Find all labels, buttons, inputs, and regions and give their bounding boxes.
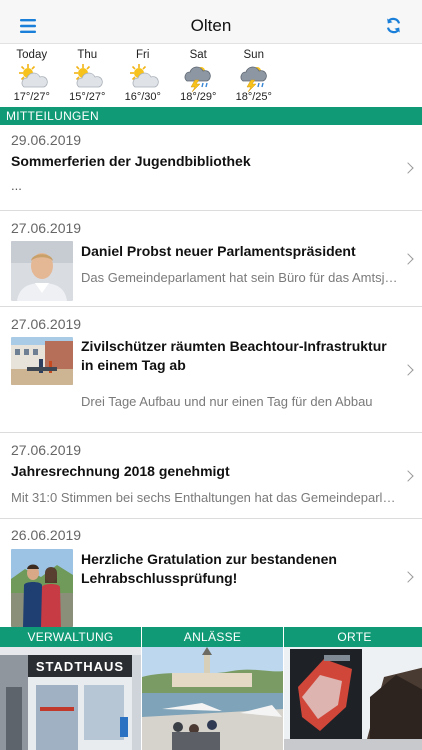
forecast-day-name: Sat: [189, 49, 207, 61]
news-teaser: ...: [11, 178, 22, 193]
tile-orte[interactable]: ORTE: [284, 627, 422, 750]
news-title: Jahresrechnung 2018 genehmigt: [11, 463, 230, 479]
forecast-temp: 17°/27°: [13, 91, 50, 103]
tile-anlaesse[interactable]: ANLÄSSE: [142, 627, 284, 750]
forecast-day: Fri 16°/30°: [115, 44, 171, 107]
sun-cloud-icon: [74, 64, 103, 88]
tile-image-orte: [284, 647, 422, 750]
forecast-day: Sun 18°/25°: [226, 44, 282, 107]
hamburger-icon: [20, 18, 36, 33]
section-header-mitteilungen: MITTEILUNGEN: [0, 107, 422, 125]
forecast-temp: 15°/27°: [69, 91, 106, 103]
forecast-day-name: Thu: [77, 49, 98, 61]
chevron-right-icon: [402, 252, 414, 265]
news-title: Daniel Probst neuer Parlamentspräsident: [81, 243, 356, 259]
news-thumbnail: [11, 337, 73, 385]
tile-image-anlaesse: [142, 647, 283, 750]
tile-image-verwaltung: STADTHAUS: [0, 647, 141, 750]
chevron-right-icon: [402, 161, 414, 174]
tile-label: ANLÄSSE: [142, 627, 283, 647]
news-title: Herzliche Gratulation zur bestandenen Le…: [81, 551, 337, 586]
news-date: 27.06.2019: [11, 442, 82, 458]
news-item[interactable]: 26.06.2019 Herzliche Gratulation zur bes…: [0, 519, 422, 635]
news-date: 27.06.2019: [11, 316, 82, 332]
sun-cloud-icon: [129, 64, 159, 88]
refresh-icon: [387, 17, 401, 34]
news-title: Sommerferien der Jugendbibliothek: [11, 153, 251, 169]
category-tiles: VERWALTUNG STADTHAUS ANLÄSSE ORTE: [0, 627, 422, 750]
forecast-day: Sat 18°/29°: [171, 44, 227, 107]
sun-cloud-icon: [18, 64, 48, 88]
news-date: 26.06.2019: [11, 527, 82, 543]
news-thumbnail: [11, 241, 73, 301]
tile-verwaltung[interactable]: VERWALTUNG STADTHAUS: [0, 627, 142, 750]
forecast-temp: 16°/30°: [124, 91, 161, 103]
thunderstorm-icon: [240, 66, 267, 92]
chevron-right-icon: [402, 363, 414, 376]
forecast-temp: 18°/25°: [235, 91, 272, 103]
page-title: Olten: [190, 15, 232, 35]
weather-forecast: Today 17°/27° Thu 15°/27° Fri 16°/30° Sa…: [0, 44, 422, 107]
tile-label: ORTE: [284, 627, 422, 647]
news-item[interactable]: 27.06.2019 Jahresrechnung 2018 genehmigt…: [0, 433, 422, 519]
forecast-day-name: Sun: [243, 49, 264, 61]
forecast-day-name: Fri: [136, 49, 150, 61]
news-item[interactable]: 29.06.2019 Sommerferien der Jugendbiblio…: [0, 125, 422, 211]
chevron-right-icon: [402, 571, 414, 583]
menu-button[interactable]: [14, 12, 42, 40]
status-bar: [0, 0, 422, 8]
chevron-right-icon: [402, 469, 414, 482]
forecast-day: Thu 15°/27°: [60, 44, 116, 107]
forecast-day: Today 17°/27°: [4, 44, 60, 107]
refresh-button[interactable]: [380, 12, 408, 40]
news-date: 27.06.2019: [11, 220, 82, 236]
news-item[interactable]: 27.06.2019 Daniel Probst neuer Parlament…: [0, 211, 422, 307]
news-title: Zivilschützer räumten Beachtour-Infrastr…: [81, 338, 387, 373]
news-teaser: Drei Tage Aufbau und nur einen Tag für d…: [81, 394, 373, 409]
news-list: 29.06.2019 Sommerferien der Jugendbiblio…: [0, 125, 422, 635]
stadthaus-sign: STADTHAUS: [36, 659, 124, 674]
news-teaser: Das Gemeindeparlament hat sein Büro für …: [81, 270, 398, 285]
thunderstorm-icon: [184, 66, 211, 92]
tile-label: VERWALTUNG: [0, 627, 141, 647]
forecast-day-name: Today: [16, 49, 48, 61]
forecast-temp: 18°/29°: [180, 91, 217, 103]
news-date: 29.06.2019: [11, 132, 82, 148]
news-item[interactable]: 27.06.2019 Zivilschützer räumten Beachto…: [0, 307, 422, 433]
news-thumbnail: [11, 549, 73, 627]
news-teaser: Mit 31:0 Stimmen bei sechs Enthaltungen …: [11, 490, 398, 505]
navigation-bar: Olten: [0, 8, 422, 44]
